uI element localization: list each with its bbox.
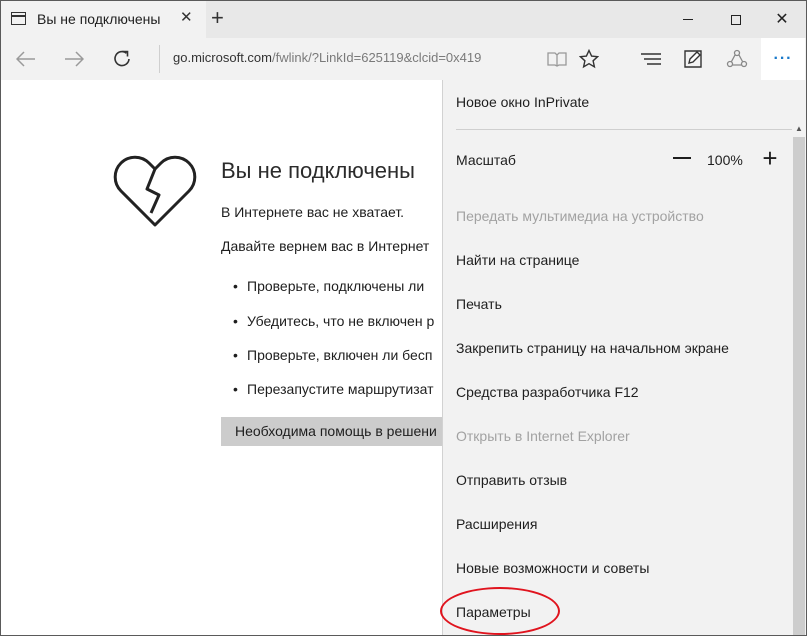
menu-item-extensions[interactable]: Расширения [456,516,537,532]
address-host: go.microsoft.com [173,50,272,65]
reading-view-button[interactable] [543,38,571,80]
minus-icon [673,157,691,159]
share-button[interactable] [723,38,751,80]
menu-scrollbar[interactable] [793,137,805,635]
page-title: Вы не подключены [221,158,415,183]
browser-window: Вы не подключены ✕ + ✕ go.microsoft.com/… [0,0,807,636]
list-item-text: Перезапустите маршрутизат [247,381,434,397]
menu-item-pin-to-start[interactable]: Закрепить страницу на начальном экране [456,340,729,356]
close-window-button[interactable]: ✕ [759,1,805,38]
zoom-in-button[interactable]: + [759,145,781,171]
tab-title: Вы не подключены [37,11,161,27]
new-tab-button[interactable]: + [211,7,224,29]
minimize-icon [683,19,693,20]
tab-close-icon[interactable]: ✕ [180,10,193,26]
menu-item-developer-tools[interactable]: Средства разработчика F12 [456,384,639,400]
menu-item-new-inprivate-window[interactable]: Новое окно InPrivate [456,94,589,110]
hub-button[interactable] [637,38,665,80]
address-path: /fwlink/?LinkId=625119&clcid=0x419 [271,50,482,65]
menu-divider [456,129,792,130]
more-actions-button[interactable]: ··· [761,38,805,80]
list-item: Проверьте, включен ли бесп [233,347,432,363]
list-item-text: Проверьте, подключены ли [247,278,425,294]
menu-item-zoom: Масштаб [456,152,516,168]
maximize-button[interactable] [713,1,759,38]
menu-item-open-with-ie: Открыть в Internet Explorer [456,428,630,444]
menu-item-whats-new[interactable]: Новые возможности и советы [456,560,649,576]
more-actions-menu: Новое окно InPrivate Масштаб 100% + Пере… [442,80,806,635]
back-arrow-icon [16,51,35,67]
menu-item-find-on-page[interactable]: Найти на странице [456,252,579,268]
address-divider [159,45,160,73]
broken-heart-icon [113,155,197,227]
zoom-level: 100% [707,152,743,168]
web-note-icon [684,50,702,68]
web-note-button[interactable] [679,38,707,80]
title-bar: Вы не подключены ✕ + ✕ [1,1,806,38]
book-icon [547,52,567,67]
zoom-out-button[interactable] [671,147,693,169]
address-bar[interactable]: go.microsoft.com/fwlink/?LinkId=625119&c… [173,50,481,65]
forward-arrow-icon [65,51,84,67]
star-icon [579,49,599,69]
list-item-text: Проверьте, включен ли бесп [247,347,433,363]
hub-icon [641,53,661,65]
refresh-icon [114,50,130,67]
back-button[interactable] [9,38,43,80]
list-item: Убедитесь, что не включен р [233,313,434,329]
scroll-up-icon[interactable]: ▲ [793,124,805,136]
share-icon [726,49,748,68]
menu-item-settings[interactable]: Параметры [456,604,531,620]
minimize-button[interactable] [665,1,711,38]
list-item: Перезапустите маршрутизат [233,381,434,397]
browser-tab[interactable]: Вы не подключены ✕ [1,1,206,38]
page-text: Давайте вернем вас в Интернет [221,238,430,254]
close-icon: ✕ [775,10,789,28]
add-favorite-button[interactable] [575,38,603,80]
forward-button[interactable] [57,38,91,80]
menu-item-print[interactable]: Печать [456,296,502,312]
page-text: В Интернете вас не хватает. [221,204,405,220]
menu-item-send-feedback[interactable]: Отправить отзыв [456,472,567,488]
refresh-button[interactable] [105,38,139,80]
maximize-icon [731,14,741,25]
list-item-text: Убедитесь, что не включен р [247,313,435,329]
navigation-bar: go.microsoft.com/fwlink/?LinkId=625119&c… [1,38,806,80]
menu-item-cast-media: Передать мультимедиа на устройство [456,208,704,224]
list-item: Проверьте, подключены ли [233,278,424,294]
page-icon [11,12,26,25]
